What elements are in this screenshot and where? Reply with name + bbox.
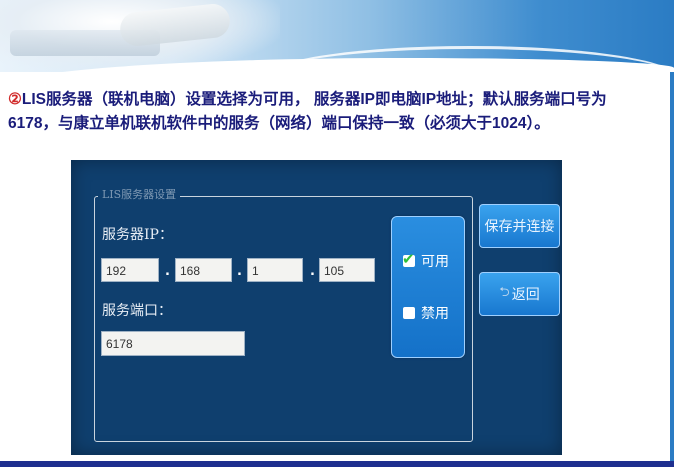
save-and-connect-button[interactable]: 保存并连接 — [479, 204, 560, 248]
server-port-label: 服务端口： — [102, 303, 172, 319]
server-ip-label: 服务器IP： — [102, 227, 173, 243]
enable-disable-panel: ✔ 可用 禁用 — [391, 216, 465, 358]
step-number: ② — [8, 91, 22, 108]
back-button-label: 返回 — [511, 287, 540, 303]
ip-separator: . — [165, 264, 170, 279]
instruction-text: ②LIS服务器（联机电脑）设置选择为可用， 服务器IP即电脑IP地址；默认服务端… — [8, 88, 648, 136]
instruction-body: LIS服务器（联机电脑）设置选择为可用， 服务器IP即电脑IP地址；默认服务端口… — [8, 91, 607, 132]
ip-octet-1-input[interactable]: 192 — [101, 258, 159, 282]
disable-label: 禁用 — [421, 306, 449, 322]
back-button[interactable]: ⮌ 返回 — [479, 272, 560, 316]
enable-label: 可用 — [421, 254, 449, 270]
slide-banner — [0, 0, 674, 72]
ip-separator: . — [310, 264, 315, 279]
back-arrow-icon: ⮌ — [499, 285, 510, 300]
checkmark-icon: ✔ — [402, 250, 415, 268]
enable-checkbox[interactable]: ✔ — [402, 250, 415, 268]
ip-separator: . — [237, 264, 242, 279]
server-port-input[interactable]: 6178 — [101, 331, 245, 356]
slide-right-border — [670, 72, 674, 462]
groupbox-title: LIS服务器设置 — [98, 187, 181, 203]
device-settings-screen: LIS服务器设置 服务器IP： 192 . 168 . 1 . 105 服务端口… — [71, 160, 562, 455]
ip-octet-2-input[interactable]: 168 — [175, 258, 232, 282]
disable-option[interactable]: 禁用 — [403, 303, 449, 323]
slide-bottom-border — [0, 461, 674, 467]
enable-option[interactable]: ✔ 可用 — [402, 250, 449, 271]
ip-octet-3-input[interactable]: 1 — [247, 258, 303, 282]
ip-octet-4-input[interactable]: 105 — [319, 258, 375, 282]
disable-checkbox[interactable] — [403, 307, 415, 319]
